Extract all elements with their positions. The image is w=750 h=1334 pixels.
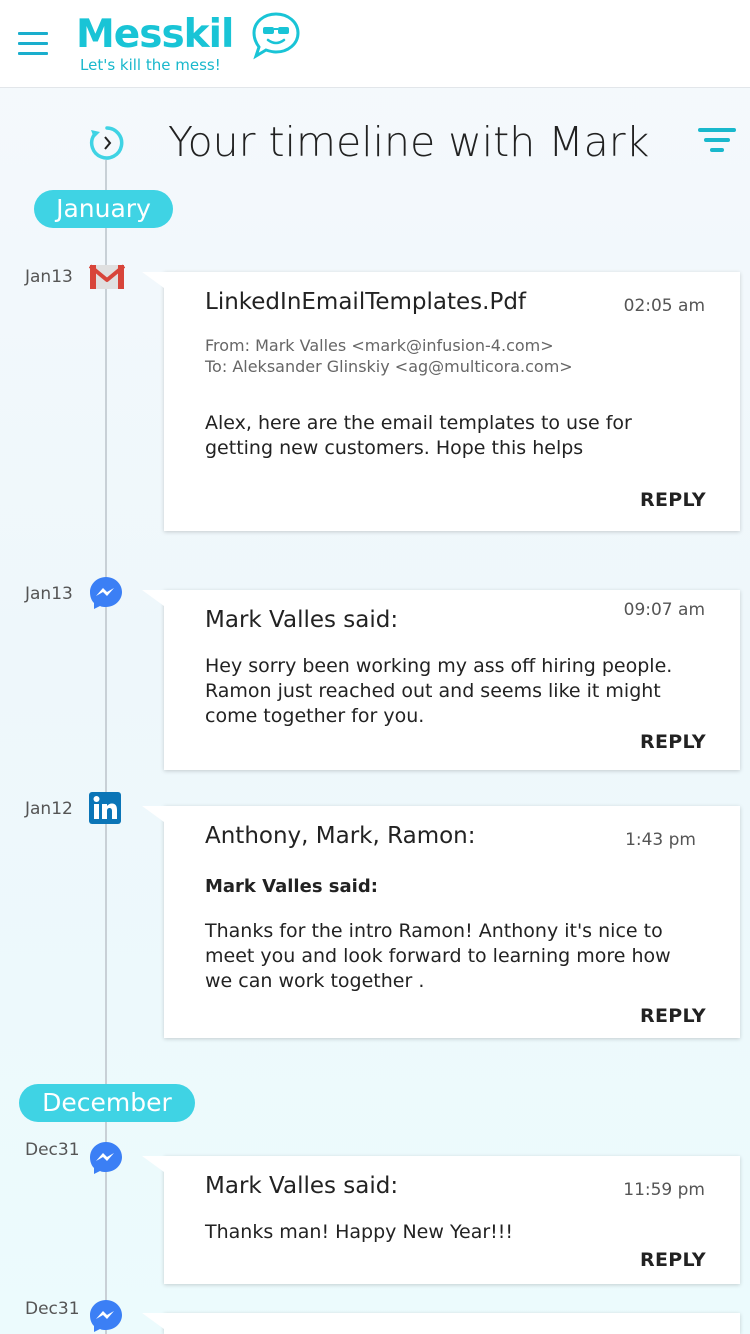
card-time: 09:07 am (623, 600, 705, 620)
menu-icon[interactable] (18, 32, 48, 55)
card-body: Thanks for the intro Ramon! Anthony it's… (205, 920, 671, 992)
card-title: Mark Valles said: (205, 1173, 399, 1199)
email-from: From: Mark Valles <mark@infusion-4.com> (205, 336, 554, 355)
reply-button[interactable]: REPLY (640, 1249, 706, 1271)
card-body: Thanks man! Happy New Year!!! (205, 1221, 514, 1243)
messenger-icon[interactable] (88, 1298, 124, 1334)
email-to: To: Aleksander Glinskiy <ag@multicora.co… (205, 357, 573, 376)
card-title: LinkedInEmailTemplates.Pdf (205, 289, 527, 315)
timeline-card: LinkedInEmailTemplates.Pdf 02:05 am From… (142, 272, 740, 531)
card-body: Alex, here are the email templates to us… (205, 412, 632, 459)
reply-button[interactable]: REPLY (640, 1005, 706, 1027)
app-tagline: Let's kill the mess! (80, 56, 221, 74)
timeline-card: Mark Valles said: 11:59 pm Thanks man! H… (142, 1156, 740, 1284)
timeline-icon (89, 126, 124, 160)
app-header: Messkil Let's kill the mess! (0, 0, 750, 88)
entry-date: Dec31 (25, 1299, 80, 1319)
reply-button[interactable]: REPLY (640, 731, 706, 753)
card-body: Hey sorry been working my ass off hiring… (205, 655, 673, 727)
card-time: 11:59 pm (623, 1180, 705, 1200)
timeline-card (142, 1313, 740, 1334)
app-logo[interactable]: Messkil (76, 12, 234, 57)
entry-date: Dec31 (25, 1140, 80, 1160)
month-label-december: December (19, 1084, 195, 1122)
gmail-icon[interactable] (89, 261, 125, 297)
logo-bubble-icon (252, 12, 300, 60)
messenger-icon[interactable] (88, 575, 124, 611)
month-label-january: January (34, 190, 173, 228)
timeline-card: Anthony, Mark, Ramon: 1:43 pm Mark Valle… (142, 806, 740, 1038)
card-time: 02:05 am (623, 296, 705, 316)
entry-date: Jan13 (25, 584, 73, 604)
card-subhead: Mark Valles said: (205, 876, 378, 897)
linkedin-icon[interactable] (88, 791, 124, 827)
card-title: Anthony, Mark, Ramon: (205, 823, 476, 849)
messenger-icon[interactable] (88, 1140, 124, 1176)
entry-date: Jan13 (25, 267, 73, 287)
card-title: Mark Valles said: (205, 607, 399, 633)
page-title: Your timeline with Mark (168, 118, 650, 166)
timeline-card: Mark Valles said: 09:07 am Hey sorry bee… (142, 590, 740, 770)
reply-button[interactable]: REPLY (640, 489, 706, 511)
entry-date: Jan12 (25, 799, 73, 819)
filter-icon[interactable] (698, 128, 736, 158)
card-time: 1:43 pm (625, 830, 696, 850)
